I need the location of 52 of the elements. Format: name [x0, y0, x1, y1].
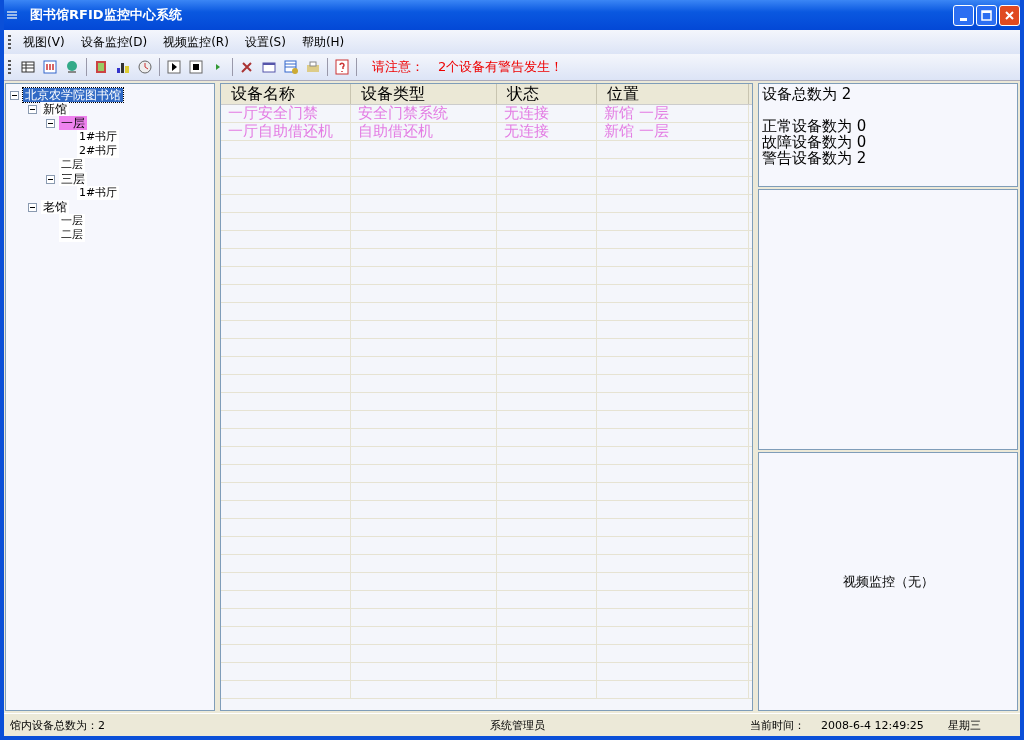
- maximize-icon: [981, 9, 992, 21]
- warning-message: 请注意： 2个设备有警告发生！: [372, 58, 564, 76]
- column-header[interactable]: 设备类型: [351, 84, 497, 104]
- tree-item[interactable]: 1#书厅: [77, 186, 120, 200]
- tree-item[interactable]: 老馆: [41, 200, 69, 214]
- video-label: 视频监控（无）: [842, 572, 934, 591]
- maximize-button[interactable]: [976, 4, 997, 26]
- user-name: 系统管理员: [490, 717, 546, 733]
- tree-item[interactable]: 北京农学院图书馆: [23, 88, 123, 102]
- tree-item[interactable]: 新馆: [41, 102, 69, 116]
- table-cell: 无连接: [497, 105, 597, 122]
- table-cell: 新馆 一层: [597, 123, 749, 140]
- tree-item[interactable]: 1#书厅: [77, 130, 120, 144]
- menu-item[interactable]: 视频监控(R): [157, 31, 239, 53]
- menu-item[interactable]: 视图(V): [17, 31, 75, 53]
- app-icon[interactable]: [6, 9, 18, 21]
- time-label: 当前时间：: [750, 717, 805, 733]
- close-icon: [1004, 9, 1015, 21]
- summary-line: 设备总数为 2: [762, 86, 853, 102]
- table-cell: 新馆 一层: [597, 105, 749, 122]
- column-header[interactable]: 设备名称: [221, 84, 351, 104]
- close-button[interactable]: [999, 4, 1020, 26]
- table-cell: 安全门禁系统: [351, 105, 497, 122]
- tree-item[interactable]: 2#书厅: [77, 144, 120, 158]
- table-cell: 一厅自助借还机: [221, 123, 351, 140]
- weekday: 星期三: [947, 717, 981, 733]
- tree-item[interactable]: 二层: [59, 228, 85, 242]
- collapse-icon[interactable]: [46, 174, 55, 184]
- table-cell: 自助借还机: [351, 123, 497, 140]
- tree-item[interactable]: 二层: [59, 158, 85, 172]
- device-count: 馆内设备总数为：2: [10, 717, 106, 733]
- menu-item[interactable]: 设备监控(D): [74, 31, 158, 53]
- menu-item[interactable]: 设置(S): [238, 31, 296, 53]
- current-time: 2008-6-4 12:49:25: [821, 718, 924, 732]
- minimize-icon: [960, 17, 967, 21]
- collapse-icon[interactable]: [10, 90, 19, 100]
- summary-line: 正常设备数为 0: [762, 118, 868, 134]
- table-cell: 无连接: [497, 123, 597, 140]
- summary-line: 故障设备数为 0: [762, 134, 868, 150]
- menu-item[interactable]: 帮助(H): [295, 31, 355, 53]
- table-cell: 一厅安全门禁: [221, 105, 351, 122]
- tree-item[interactable]: 三层: [59, 172, 87, 186]
- minimize-button[interactable]: [953, 4, 974, 26]
- collapse-icon[interactable]: [46, 118, 55, 128]
- collapse-icon[interactable]: [28, 202, 37, 212]
- column-header[interactable]: 状态: [497, 84, 597, 104]
- tree-item[interactable]: 一层: [59, 214, 85, 228]
- collapse-icon[interactable]: [28, 104, 37, 114]
- summary-line: 警告设备数为 2: [762, 150, 868, 166]
- tree-item[interactable]: 一层: [59, 116, 87, 130]
- column-header[interactable]: 位置: [597, 84, 749, 104]
- window-title: 图书馆RFID监控中心系统: [30, 6, 183, 24]
